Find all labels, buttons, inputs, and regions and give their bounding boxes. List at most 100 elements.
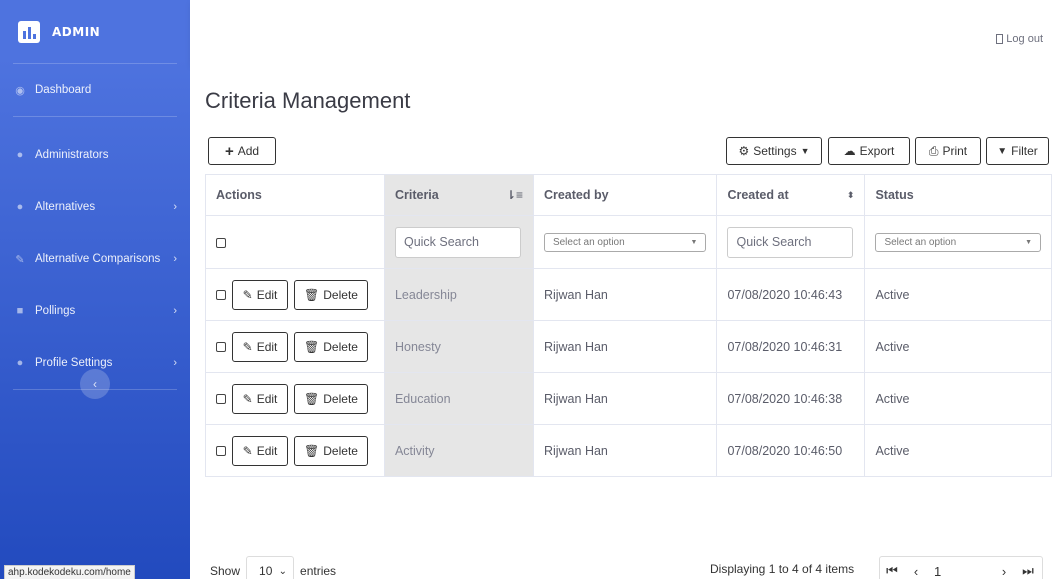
- edit-button[interactable]: ✎ Edit: [232, 383, 288, 414]
- main-content: Criteria Management + Add ⚙ Settings ▼ ☁…: [190, 66, 1063, 579]
- page-length-value: 10: [259, 564, 273, 578]
- filter-row: Quick Search Select an option ▼ Quick Sea…: [205, 215, 1052, 269]
- show-label: Show: [210, 564, 241, 578]
- filter-icon: ▼: [997, 145, 1008, 157]
- delete-button[interactable]: 🗑 Delete: [294, 383, 368, 414]
- previous-page-icon[interactable]: ‹: [904, 564, 928, 579]
- table-row: ✎ Edit 🗑 Delete Leadership Rijwan Han 07/0…: [205, 268, 1052, 321]
- column-header-created-by[interactable]: Created by: [532, 174, 718, 216]
- chevron-right-icon: ›: [173, 201, 177, 213]
- cell-criteria: Education: [383, 372, 534, 425]
- delete-label: Delete: [323, 339, 358, 354]
- table-row: ✎ Edit 🗑 Delete Honesty Rijwan Han 07/08/2…: [205, 320, 1052, 373]
- export-label: Export: [859, 144, 895, 158]
- last-page-icon[interactable]: ⏭: [1016, 563, 1040, 579]
- page-length-select[interactable]: 10 ⌄: [246, 556, 295, 579]
- row-checkbox[interactable]: [216, 341, 226, 352]
- edit-button[interactable]: ✎ Edit: [232, 279, 288, 310]
- row-checkbox[interactable]: [216, 289, 226, 300]
- sidebar-item-pollings[interactable]: ■ Pollings ›: [0, 285, 190, 337]
- logout-icon: [996, 34, 1004, 44]
- chevron-right-icon: ›: [173, 253, 177, 265]
- chart-bar-icon: [18, 20, 40, 43]
- add-label: Add: [237, 144, 260, 158]
- delete-label: Delete: [323, 391, 358, 406]
- row-checkbox[interactable]: [216, 445, 226, 456]
- logout-link[interactable]: Log out: [996, 33, 1043, 45]
- cell-created-at: 07/08/2020 10:46:43: [716, 268, 866, 321]
- chevron-left-icon: ‹: [93, 377, 97, 391]
- first-page-icon[interactable]: ⏮: [880, 563, 904, 579]
- column-header-status[interactable]: Status: [864, 174, 1052, 216]
- plus-icon: +: [224, 142, 234, 160]
- sidebar-item-label: Alternative Comparisons: [35, 253, 161, 265]
- settings-label: Settings: [753, 144, 797, 158]
- criteria-search-input[interactable]: Quick Search: [394, 226, 521, 258]
- status-bar-url: ahp.kodekodeku.com/home: [4, 565, 135, 579]
- group-icon: ●: [16, 201, 24, 213]
- pencil-icon: ✎: [242, 391, 253, 406]
- column-header-label: Criteria: [394, 188, 439, 202]
- cell-created-at: 07/08/2020 10:46:50: [716, 424, 866, 477]
- delete-label: Delete: [323, 287, 358, 302]
- trash-icon: 🗑: [304, 339, 320, 354]
- pencil-icon: ✎: [242, 339, 253, 354]
- status-select[interactable]: Select an option ▼: [875, 232, 1041, 252]
- topbar: Log out: [190, 0, 1063, 66]
- brand[interactable]: ADMIN: [0, 0, 190, 63]
- sidebar-item-alternative-comparisons[interactable]: ✎ Alternative Comparisons ›: [0, 233, 190, 285]
- caret-down-icon: ▼: [800, 146, 810, 156]
- cell-created-by: Rijwan Han: [532, 424, 718, 477]
- pagination-info: Displaying 1 to 4 of 4 items: [710, 562, 855, 576]
- delete-button[interactable]: 🗑 Delete: [294, 331, 368, 362]
- pagination: ⏮ ‹ 1 › ⏭: [879, 556, 1043, 579]
- column-header-actions: Actions: [205, 174, 385, 216]
- add-button[interactable]: + Add: [208, 137, 276, 165]
- created-by-select[interactable]: Select an option ▼: [543, 232, 707, 252]
- page-title: Criteria Management: [205, 88, 411, 113]
- brand-text: ADMIN: [52, 24, 101, 39]
- table-row: ✎ Edit 🗑 Delete Activity Rijwan Han 07/08/…: [205, 424, 1052, 477]
- pencil-icon: ✎: [242, 287, 253, 302]
- edit-button[interactable]: ✎ Edit: [232, 331, 288, 362]
- cell-status: Active: [864, 424, 1052, 477]
- edit-label: Edit: [256, 443, 278, 458]
- cell-created-at: 07/08/2020 10:46:38: [716, 372, 866, 425]
- created-at-search-input[interactable]: Quick Search: [727, 226, 854, 258]
- cell-status: Active: [864, 320, 1052, 373]
- select-placeholder: Select an option: [552, 236, 625, 248]
- next-page-icon[interactable]: ›: [992, 564, 1016, 579]
- print-button[interactable]: ⎙ Print: [915, 137, 981, 165]
- print-label: Print: [942, 144, 968, 158]
- filter-button[interactable]: ▼ Filter: [986, 137, 1049, 165]
- page-number-input[interactable]: 1: [928, 564, 992, 579]
- edit-button[interactable]: ✎ Edit: [232, 435, 288, 466]
- poll-icon: ■: [16, 305, 24, 317]
- sidebar-item-dashboard[interactable]: ◉ Dashboard: [0, 64, 190, 116]
- delete-button[interactable]: 🗑 Delete: [294, 279, 368, 310]
- chevron-right-icon: ›: [173, 357, 177, 369]
- sidebar-item-alternatives[interactable]: ● Alternatives ›: [0, 181, 190, 233]
- cell-created-by: Rijwan Han: [532, 320, 718, 373]
- table-header-row: Actions Criteria ⇂≡ Created by Created a…: [205, 174, 1052, 216]
- filter-label: Filter: [1011, 144, 1038, 158]
- sidebar-toggle-button[interactable]: ‹: [80, 369, 110, 399]
- cell-criteria: Activity: [383, 424, 534, 477]
- sidebar-divider: [13, 116, 177, 117]
- settings-button[interactable]: ⚙ Settings ▼: [726, 137, 822, 165]
- column-header-created-at[interactable]: Created at ⬍: [716, 174, 866, 216]
- entries-label: entries: [300, 564, 337, 578]
- column-header-criteria[interactable]: Criteria ⇂≡: [383, 174, 534, 216]
- dashboard-icon: ◉: [15, 84, 25, 97]
- row-checkbox[interactable]: [216, 393, 226, 404]
- sidebar-item-administrators[interactable]: ● Administrators: [0, 129, 190, 181]
- table-footer: Show 10 ⌄ entries Displaying 1 to 4 of 4…: [190, 556, 1063, 579]
- delete-button[interactable]: 🗑 Delete: [294, 435, 368, 466]
- cell-created-at: 07/08/2020 10:46:31: [716, 320, 866, 373]
- chevron-down-icon: ⌄: [278, 565, 288, 577]
- users-icon: ●: [16, 149, 24, 161]
- select-all-checkbox[interactable]: [216, 237, 226, 248]
- export-button[interactable]: ☁ Export: [828, 137, 910, 165]
- sidebar-item-label: Administrators: [35, 149, 109, 161]
- sidebar-item-label: Profile Settings: [35, 357, 113, 369]
